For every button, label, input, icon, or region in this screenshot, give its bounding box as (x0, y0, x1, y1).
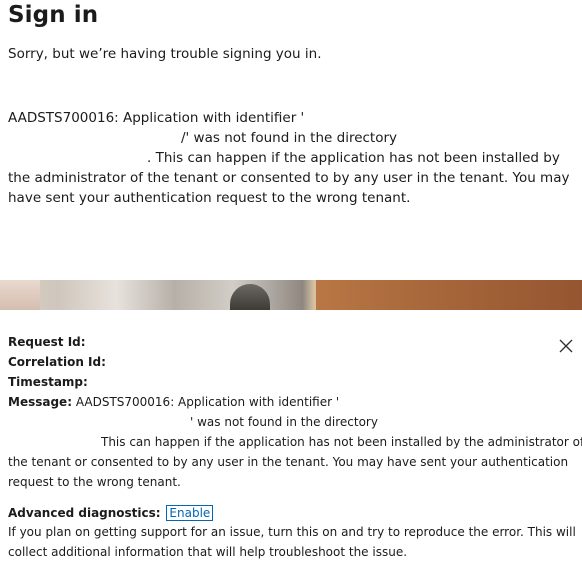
enable-diagnostics-button[interactable]: Enable (166, 505, 214, 521)
close-icon (559, 339, 573, 353)
troubleshooting-details-panel: Request Id: Correlation Id: Timestamp: M… (0, 310, 582, 577)
advanced-diagnostics-row: Advanced diagnostics: Enable (8, 505, 214, 521)
background-image-segment (230, 284, 270, 310)
message-text: request to the wrong tenant. (8, 475, 181, 489)
message-text: AADSTS700016: Application with identifie… (75, 395, 340, 409)
error-message-line: have sent your authentication request to… (8, 190, 411, 206)
correlation-id-row: Correlation Id: (8, 355, 106, 369)
message-text: the tenant or consented to by any user i… (8, 455, 569, 469)
message-text: This can happen if the application has n… (101, 435, 582, 449)
correlation-id-label: Correlation Id: (8, 355, 106, 369)
diagnostics-hint: collect additional information that will… (8, 545, 408, 559)
error-message-line: . This can happen if the application has… (147, 150, 560, 166)
error-message-line: /' was not found in the directory (181, 130, 398, 146)
page-title: Sign in (8, 2, 99, 28)
message-row: Message: AADSTS700016: Application with … (8, 395, 339, 409)
request-id-label: Request Id: (8, 335, 86, 349)
advanced-diagnostics-label: Advanced diagnostics: (8, 506, 161, 520)
sign-in-panel: Sign in Sorry, but we’re having trouble … (0, 0, 582, 280)
message-label: Message: (8, 395, 72, 409)
timestamp-row: Timestamp: (8, 375, 88, 389)
background-image (0, 280, 582, 310)
request-id-row: Request Id: (8, 335, 86, 349)
error-message-line: AADSTS700016: Application with identifie… (8, 110, 305, 126)
background-image-segment (316, 280, 582, 310)
diagnostics-hint: If you plan on getting support for an is… (8, 525, 576, 539)
message-text: ' was not found in the directory (190, 415, 378, 429)
error-subtitle: Sorry, but we’re having trouble signing … (8, 46, 322, 62)
timestamp-label: Timestamp: (8, 375, 88, 389)
error-message-line: the administrator of the tenant or conse… (8, 170, 570, 186)
background-image-segment (0, 280, 40, 310)
close-button[interactable] (558, 338, 574, 354)
